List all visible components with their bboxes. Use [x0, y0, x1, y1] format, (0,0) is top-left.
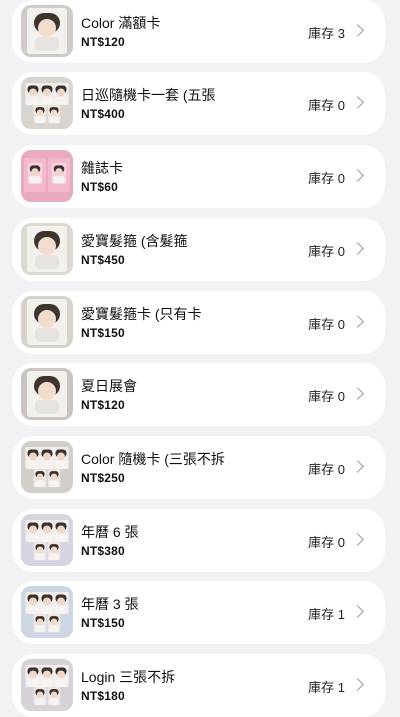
product-name: 夏日展會 [81, 378, 137, 394]
stock-count: 庫存 1 [308, 607, 345, 622]
product-row[interactable]: Color 滿額卡 NT$120 庫存 3 [12, 0, 385, 63]
product-price: NT$180 [81, 689, 125, 703]
product-thumbnail [21, 150, 73, 202]
chevron-right-icon [351, 460, 364, 473]
stock-count: 庫存 0 [308, 389, 345, 404]
product-price: NT$450 [81, 253, 125, 267]
chevron-right-icon [351, 533, 364, 546]
product-row[interactable]: Color 隨機卡 (三張不拆 NT$250 庫存 0 [12, 436, 385, 499]
chevron-right-icon [351, 169, 364, 182]
product-row[interactable]: 年曆 3 張 NT$150 庫存 1 [12, 581, 385, 644]
photocard-thumbnail [21, 223, 73, 275]
product-thumbnail [21, 223, 73, 275]
product-thumbnail [21, 441, 73, 493]
product-list: Color 滿額卡 NT$120 庫存 3 日巡隨機卡一套 (五張 NT$400… [0, 0, 400, 717]
product-thumbnail [21, 586, 73, 638]
product-name: Color 隨機卡 (三張不拆 [81, 451, 225, 467]
product-name: 雜誌卡 [81, 160, 123, 176]
product-price: NT$380 [81, 544, 125, 558]
chevron-right-icon [351, 242, 364, 255]
product-name: 愛寶髮箍 (含髮箍 [81, 233, 188, 249]
product-name: 年曆 6 張 [81, 524, 139, 540]
product-thumbnail [21, 296, 73, 348]
product-thumbnail [21, 77, 73, 129]
product-price: NT$150 [81, 326, 125, 340]
product-row[interactable]: 愛寶髮箍卡 (只有卡 NT$150 庫存 0 [12, 291, 385, 354]
stock-count: 庫存 0 [308, 462, 345, 477]
product-price: NT$120 [81, 398, 125, 412]
photocard-thumbnail [21, 77, 73, 129]
stock-count: 庫存 0 [308, 98, 345, 113]
product-price: NT$120 [81, 35, 125, 49]
chevron-right-icon [351, 678, 364, 691]
stock-count: 庫存 0 [308, 171, 345, 186]
product-row[interactable]: Login 三張不拆 NT$180 庫存 1 [12, 654, 385, 717]
chevron-right-icon [351, 24, 364, 37]
product-row[interactable]: 日巡隨機卡一套 (五張 NT$400 庫存 0 [12, 72, 385, 135]
product-row[interactable]: 夏日展會 NT$120 庫存 0 [12, 363, 385, 426]
product-thumbnail [21, 5, 73, 57]
chevron-right-icon [351, 315, 364, 328]
stock-count: 庫存 3 [308, 26, 345, 41]
photocard-thumbnail [21, 150, 73, 202]
product-name: Color 滿額卡 [81, 15, 161, 31]
photocard-thumbnail [21, 5, 73, 57]
product-name: 愛寶髮箍卡 (只有卡 [81, 306, 202, 322]
product-row[interactable]: 年曆 6 張 NT$380 庫存 0 [12, 509, 385, 572]
product-name: 日巡隨機卡一套 (五張 [81, 87, 216, 103]
product-name: Login 三張不拆 [81, 669, 176, 685]
chevron-right-icon [351, 387, 364, 400]
photocard-thumbnail [21, 514, 73, 566]
product-price: NT$150 [81, 616, 125, 630]
product-thumbnail [21, 514, 73, 566]
product-row[interactable]: 愛寶髮箍 (含髮箍 NT$450 庫存 0 [12, 218, 385, 281]
chevron-right-icon [351, 605, 364, 618]
product-price: NT$60 [81, 180, 119, 194]
product-name: 年曆 3 張 [81, 596, 139, 612]
stock-count: 庫存 0 [308, 244, 345, 259]
product-price: NT$400 [81, 107, 125, 121]
stock-count: 庫存 1 [308, 680, 345, 695]
photocard-thumbnail [21, 441, 73, 493]
photocard-thumbnail [21, 368, 73, 420]
chevron-right-icon [351, 96, 364, 109]
product-thumbnail [21, 368, 73, 420]
stock-count: 庫存 0 [308, 317, 345, 332]
photocard-thumbnail [21, 659, 73, 711]
stock-count: 庫存 0 [308, 535, 345, 550]
photocard-thumbnail [21, 296, 73, 348]
photocard-thumbnail [21, 586, 73, 638]
product-price: NT$250 [81, 471, 125, 485]
product-thumbnail [21, 659, 73, 711]
product-row[interactable]: 雜誌卡 NT$60 庫存 0 [12, 145, 385, 208]
